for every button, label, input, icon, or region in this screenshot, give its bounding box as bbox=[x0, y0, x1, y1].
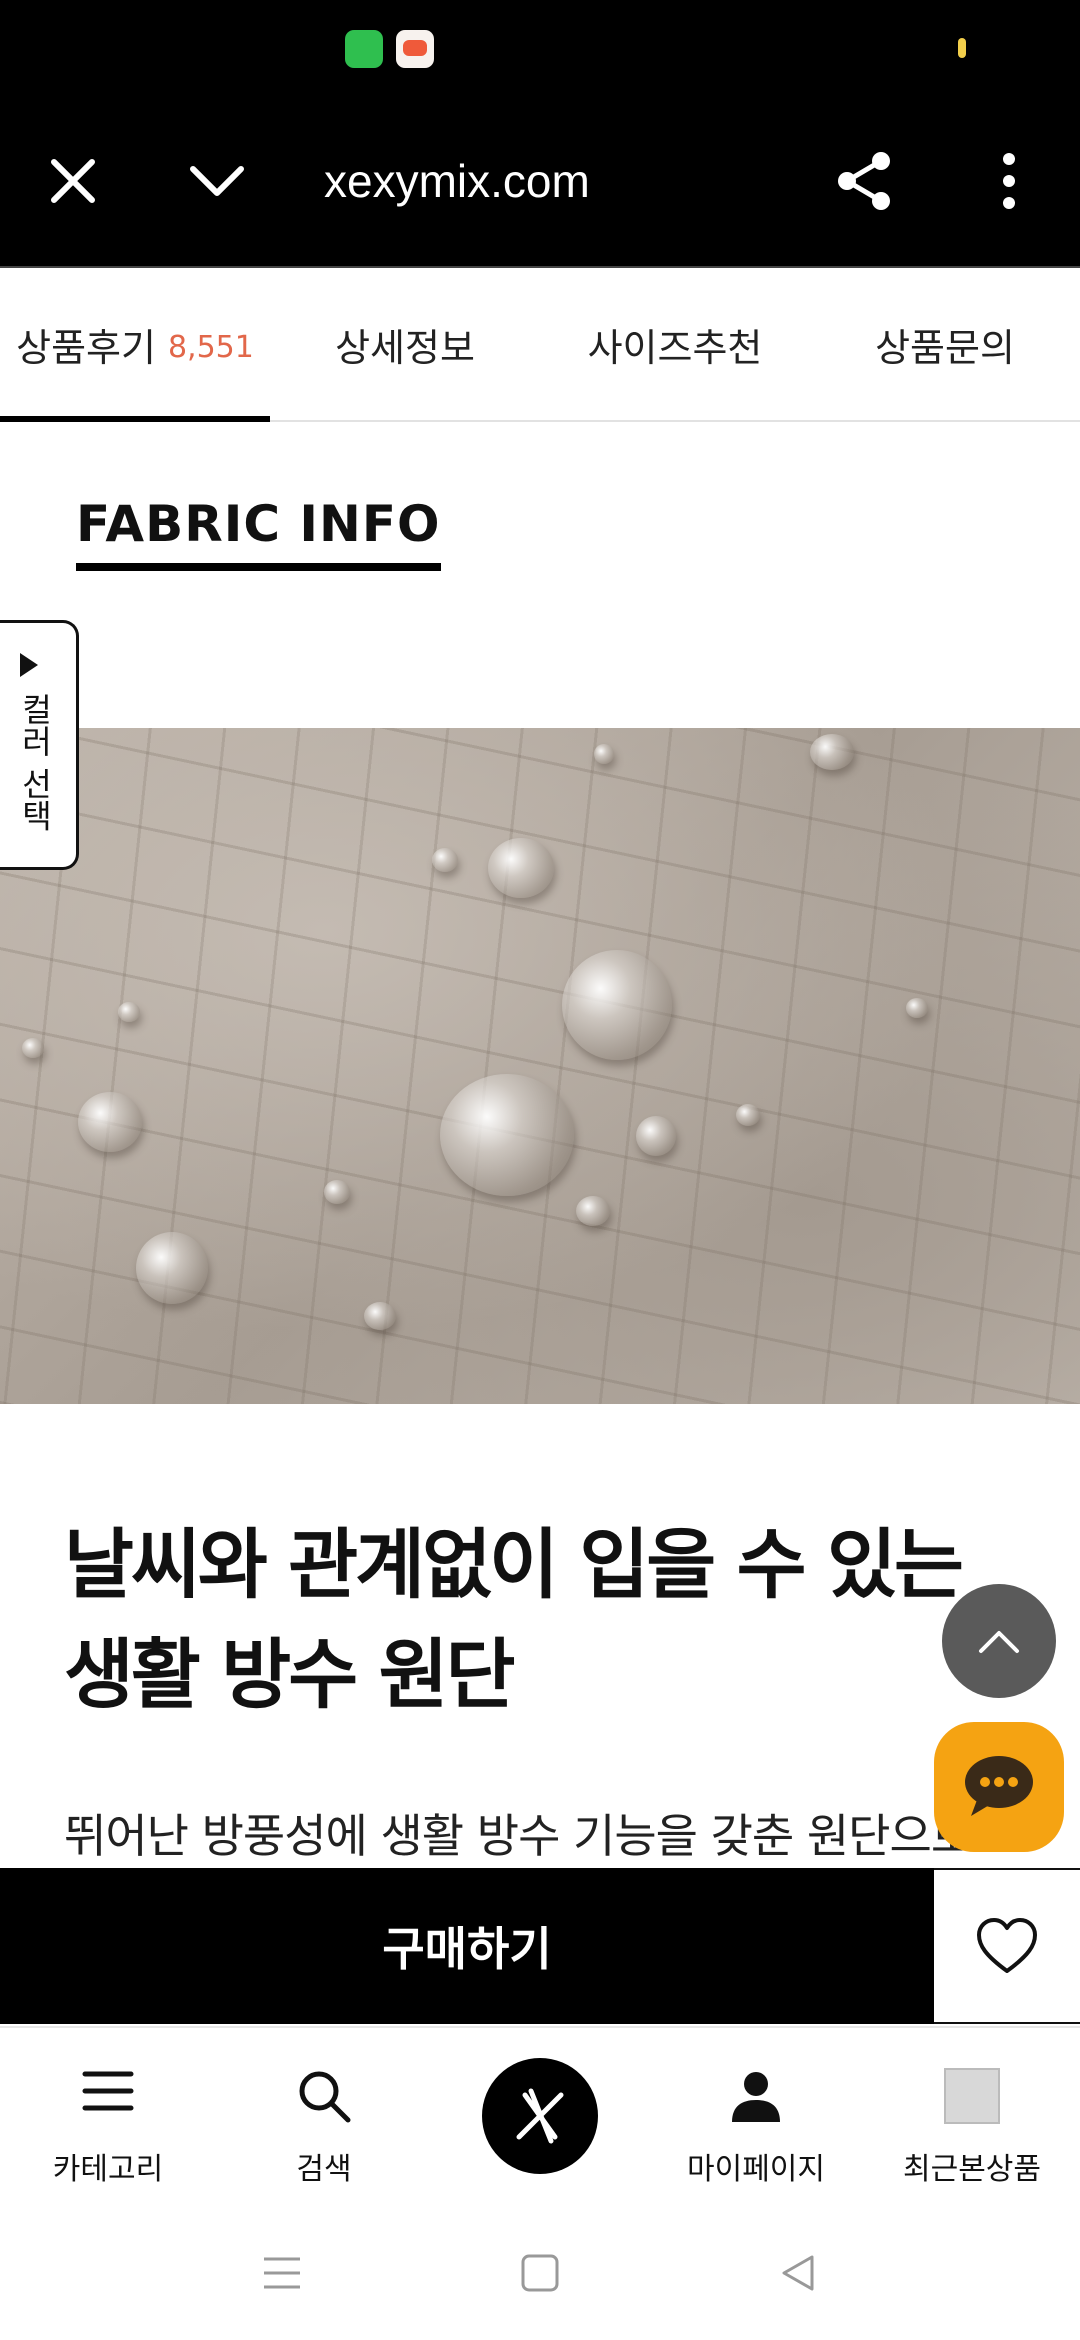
product-tabs: 상품후기 8,551 상세정보 사이즈추천 상품문의 bbox=[0, 268, 1080, 422]
brand-logo-icon bbox=[516, 2088, 564, 2144]
nav-recent[interactable]: 최근본상품 bbox=[864, 2028, 1080, 2208]
fabric-image bbox=[0, 728, 1080, 1404]
more-options-icon[interactable] bbox=[964, 136, 1054, 226]
nav-category[interactable]: 카테고리 bbox=[0, 2028, 216, 2208]
tab-label: 상품후기 bbox=[16, 325, 156, 370]
tab-label: 상품문의 bbox=[875, 325, 1015, 370]
nav-search[interactable]: 검색 bbox=[216, 2028, 432, 2208]
recent-product-thumbnail bbox=[944, 2068, 1000, 2124]
person-icon bbox=[728, 2068, 784, 2124]
share-icon[interactable] bbox=[820, 136, 910, 226]
headline: 날씨와 관계없이 입을 수 있는 생활 방수 원단 bbox=[64, 1510, 964, 1730]
play-arrow-icon bbox=[20, 653, 38, 677]
nav-mypage[interactable]: 마이페이지 bbox=[648, 2028, 864, 2208]
home-icon[interactable] bbox=[510, 2248, 570, 2298]
body-text: 뛰어난 방풍성에 생활 방수 기능을 갖춘 원단으로 bbox=[64, 1809, 973, 1863]
scroll-to-top-button[interactable] bbox=[942, 1584, 1056, 1698]
tab-details[interactable]: 상세정보 bbox=[270, 268, 540, 420]
search-icon bbox=[296, 2068, 352, 2124]
wishlist-button[interactable] bbox=[934, 1868, 1080, 2024]
url-text[interactable]: xexymix.com bbox=[324, 154, 590, 208]
messages-app-icon bbox=[345, 30, 383, 68]
home-logo-button[interactable] bbox=[482, 2058, 598, 2174]
nav-label: 마이페이지 bbox=[687, 2152, 825, 2187]
nav-label: 카테고리 bbox=[52, 2152, 164, 2187]
nav-label: 최근본상품 bbox=[903, 2152, 1041, 2187]
heart-icon bbox=[977, 1918, 1037, 1973]
review-count: 8,551 bbox=[167, 329, 254, 365]
status-bar bbox=[0, 0, 1080, 96]
headline-line-2: 생활 방수 원단 bbox=[64, 1630, 515, 1719]
tab-inquiry[interactable]: 상품문의 bbox=[810, 268, 1080, 420]
battery-indicator bbox=[958, 38, 966, 58]
chat-button[interactable] bbox=[934, 1722, 1064, 1852]
system-navigation-bar bbox=[0, 2208, 1080, 2340]
game-app-icon bbox=[396, 30, 434, 68]
color-select-tab[interactable]: 컬러 선택 bbox=[0, 620, 79, 870]
purchase-bar: 구매하기 bbox=[0, 1868, 1080, 2024]
chevron-down-icon[interactable] bbox=[172, 136, 262, 226]
back-icon[interactable] bbox=[768, 2248, 828, 2298]
recent-apps-icon[interactable] bbox=[252, 2248, 312, 2298]
tab-label: 사이즈추천 bbox=[587, 325, 763, 370]
chevron-up-icon bbox=[979, 1631, 1019, 1653]
headline-line-1: 날씨와 관계없이 입을 수 있는 bbox=[64, 1520, 964, 1609]
tab-reviews[interactable]: 상품후기 8,551 bbox=[0, 268, 270, 422]
close-icon[interactable] bbox=[28, 136, 118, 226]
tab-size-recommend[interactable]: 사이즈추천 bbox=[540, 268, 810, 420]
color-select-label: 컬러 선택 bbox=[16, 693, 54, 832]
chat-bubble-icon bbox=[965, 1756, 1033, 1816]
tab-label: 상세정보 bbox=[335, 325, 475, 370]
bottom-navigation: 카테고리 검색 마이페이지 최근본상품 bbox=[0, 2026, 1080, 2210]
menu-icon bbox=[81, 2068, 135, 2114]
browser-toolbar: xexymix.com bbox=[0, 96, 1080, 268]
nav-label: 검색 bbox=[296, 2152, 352, 2187]
buy-button[interactable]: 구매하기 bbox=[0, 1868, 934, 2024]
section-title: FABRIC INFO bbox=[76, 495, 441, 571]
